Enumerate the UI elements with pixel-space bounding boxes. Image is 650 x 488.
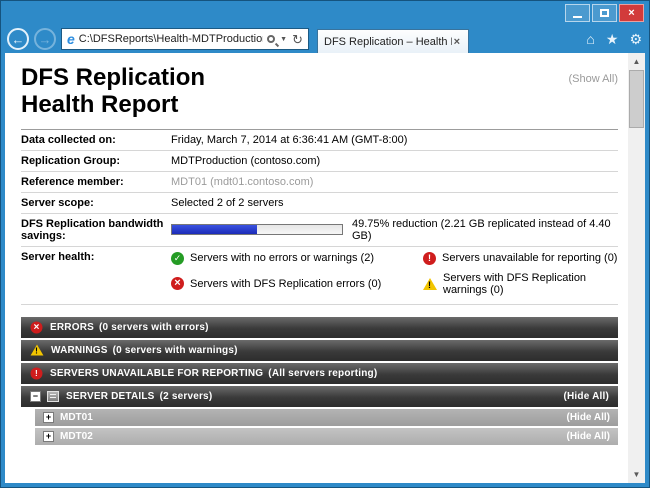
section-subtitle: (0 servers with warnings) [113, 345, 238, 356]
scrollbar-thumb[interactable] [629, 70, 644, 128]
section-title: SERVERS UNAVAILABLE FOR REPORTING [50, 368, 263, 379]
section-title: WARNINGS [51, 345, 108, 356]
server-row-mdt01[interactable]: + MDT01 (Hide All) [35, 409, 618, 426]
health-text: Servers with no errors or warnings (2) [190, 252, 374, 264]
tab-close-icon[interactable]: × [452, 36, 462, 48]
unavailable-exclamation-icon [31, 367, 43, 379]
address-bar[interactable]: e C:\DFSReports\Health-MDTProduction-07M… [61, 28, 309, 50]
bandwidth-fill [172, 225, 257, 234]
field-label: Server scope: [21, 197, 171, 209]
address-text[interactable]: C:\DFSReports\Health-MDTProduction-07M [79, 33, 263, 45]
collapse-toggle[interactable]: − [30, 391, 41, 402]
expand-toggle[interactable]: + [43, 412, 54, 423]
section-errors[interactable]: ERRORS (0 servers with errors) [21, 317, 618, 338]
field-row-reference: Reference member: MDT01 (mdt01.contoso.c… [21, 172, 618, 193]
navigation-bar: ← → e C:\DFSReports\Health-MDTProduction… [1, 25, 649, 53]
ie-favicon: e [67, 32, 75, 46]
forward-button[interactable]: → [34, 28, 56, 50]
error-x-icon [171, 277, 184, 290]
unavailable-exclamation-icon [423, 252, 436, 265]
bandwidth-label: DFS Replication bandwidth savings: [21, 218, 171, 242]
browser-window: × ← → e C:\DFSReports\Health-MDTProducti… [0, 0, 650, 488]
server-health-label: Server health: [21, 251, 171, 263]
warning-triangle-icon [31, 345, 44, 356]
health-item-warnings: Servers with DFS Replication warnings (0… [423, 272, 618, 296]
health-text: Servers with DFS Replication warnings (0… [443, 272, 618, 296]
tab-title: DFS Replication – Health Re... [324, 36, 452, 48]
server-name: MDT01 [60, 412, 93, 423]
section-subtitle: (2 servers) [160, 391, 213, 402]
page-title: DFS Replication Health Report [21, 65, 205, 119]
field-value: Friday, March 7, 2014 at 6:36:41 AM (GMT… [171, 134, 407, 146]
title-line-1: DFS Replication [21, 64, 205, 91]
minimize-button[interactable] [565, 4, 590, 22]
hide-all-link[interactable]: (Hide All) [566, 431, 610, 442]
show-all-link[interactable]: (Show All) [568, 73, 618, 85]
bandwidth-row: DFS Replication bandwidth savings: 49.75… [21, 214, 618, 247]
section-warnings[interactable]: WARNINGS (0 servers with warnings) [21, 340, 618, 361]
tools-gear-icon[interactable]: ⚙ [629, 31, 642, 48]
favorites-star-icon[interactable]: ★ [606, 31, 619, 48]
scroll-up-icon[interactable]: ▲ [628, 53, 645, 70]
back-button[interactable]: ← [7, 28, 29, 50]
health-text: Servers with DFS Replication errors (0) [190, 278, 381, 290]
field-label: Reference member: [21, 176, 171, 188]
scroll-down-icon[interactable]: ▼ [628, 466, 645, 483]
section-subtitle: (All servers reporting) [268, 368, 377, 379]
browser-tab[interactable]: DFS Replication – Health Re... × [317, 29, 469, 53]
section-title: ERRORS [50, 322, 94, 333]
minimize-icon [573, 16, 582, 18]
expand-toggle[interactable]: + [43, 431, 54, 442]
address-dropdown-icon[interactable]: ▼ [280, 36, 287, 43]
title-bar: × [1, 1, 649, 25]
health-item-unavailable: Servers unavailable for reporting (0) [423, 252, 618, 265]
section-title: SERVER DETAILS [66, 391, 155, 402]
server-name: MDT02 [60, 431, 93, 442]
field-label: Data collected on: [21, 134, 171, 146]
refresh-icon[interactable]: ↻ [292, 33, 303, 46]
health-text: Servers unavailable for reporting (0) [442, 252, 617, 264]
warning-triangle-icon [423, 278, 437, 290]
health-item-ok: Servers with no errors or warnings (2) [171, 252, 423, 265]
search-icon[interactable] [267, 35, 275, 43]
server-icon [47, 391, 59, 402]
field-row-collected: Data collected on: Friday, March 7, 2014… [21, 130, 618, 151]
bandwidth-progress-bar [171, 224, 343, 235]
bandwidth-text: 49.75% reduction (2.21 GB replicated ins… [352, 218, 618, 242]
server-health-row: Server health: Servers with no errors or… [21, 247, 618, 305]
section-server-details[interactable]: − SERVER DETAILS (2 servers) (Hide All) [21, 386, 618, 407]
maximize-icon [600, 9, 609, 17]
close-button[interactable]: × [619, 4, 644, 22]
title-line-2: Health Report [21, 91, 178, 118]
field-value: Selected 2 of 2 servers [171, 197, 284, 209]
field-value: MDT01 (mdt01.contoso.com) [171, 176, 313, 188]
page-content: DFS Replication Health Report (Show All)… [5, 53, 645, 483]
server-row-mdt02[interactable]: + MDT02 (Hide All) [35, 428, 618, 445]
field-value: MDTProduction (contoso.com) [171, 155, 320, 167]
section-unavailable[interactable]: SERVERS UNAVAILABLE FOR REPORTING (All s… [21, 363, 618, 384]
error-x-icon [31, 321, 43, 333]
health-item-errors: Servers with DFS Replication errors (0) [171, 272, 423, 296]
hide-all-link[interactable]: (Hide All) [563, 391, 609, 402]
section-subtitle: (0 servers with errors) [99, 322, 209, 333]
field-label: Replication Group: [21, 155, 171, 167]
hide-all-link[interactable]: (Hide All) [566, 412, 610, 423]
check-circle-icon [171, 252, 184, 265]
health-report: DFS Replication Health Report (Show All)… [5, 53, 628, 483]
home-icon[interactable]: ⌂ [586, 31, 594, 47]
field-row-group: Replication Group: MDTProduction (contos… [21, 151, 618, 172]
maximize-button[interactable] [592, 4, 617, 22]
vertical-scrollbar[interactable]: ▲ ▼ [628, 53, 645, 483]
field-row-scope: Server scope: Selected 2 of 2 servers [21, 193, 618, 214]
